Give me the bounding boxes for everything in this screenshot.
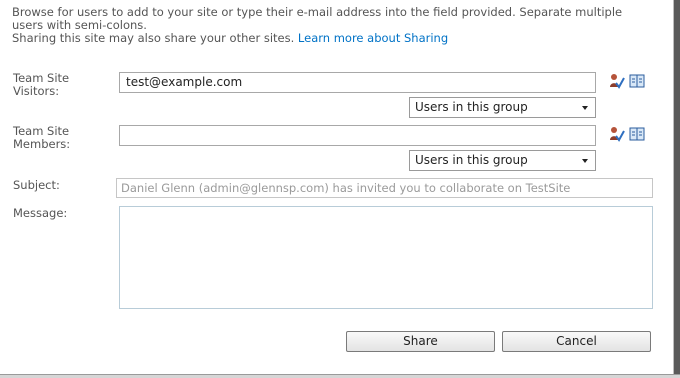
visitors-group-select[interactable]: Users in this group (409, 97, 596, 118)
members-group-select-value: Users in this group (415, 153, 528, 167)
sharing-note: Sharing this site may also share your ot… (12, 32, 652, 45)
cancel-button[interactable]: Cancel (502, 331, 651, 352)
subject-label: Subject: (13, 178, 60, 192)
chevron-down-icon (582, 106, 588, 110)
message-label: Message: (13, 206, 68, 220)
check-names-icon[interactable] (609, 73, 625, 89)
chevron-down-icon (582, 159, 588, 163)
members-label: Team Site Members: (13, 125, 70, 151)
members-people-picker[interactable] (119, 125, 596, 146)
message-textarea[interactable] (119, 206, 653, 309)
subject-input[interactable]: Daniel Glenn (admin@glennsp.com) has inv… (116, 178, 653, 198)
visitors-label-line2: Visitors: (13, 84, 60, 98)
learn-more-link[interactable]: Learn more about Sharing (298, 31, 448, 45)
visitors-label: Team Site Visitors: (13, 72, 69, 98)
sharing-text: Sharing this site may also share your ot… (12, 31, 295, 45)
window-border (674, 0, 680, 378)
check-names-icon[interactable] (609, 126, 625, 142)
address-book-icon[interactable] (629, 73, 645, 89)
members-group-select[interactable]: Users in this group (409, 150, 596, 171)
visitors-people-picker[interactable]: test@example.com (119, 72, 596, 93)
instructions: Browse for users to add to your site or … (12, 6, 652, 45)
share-button[interactable]: Share (346, 331, 495, 352)
window-border (0, 374, 680, 378)
address-book-icon[interactable] (629, 126, 645, 142)
instructions-text: Browse for users to add to your site or … (12, 5, 623, 32)
visitors-group-select-value: Users in this group (415, 100, 528, 114)
members-label-line2: Members: (13, 137, 71, 151)
